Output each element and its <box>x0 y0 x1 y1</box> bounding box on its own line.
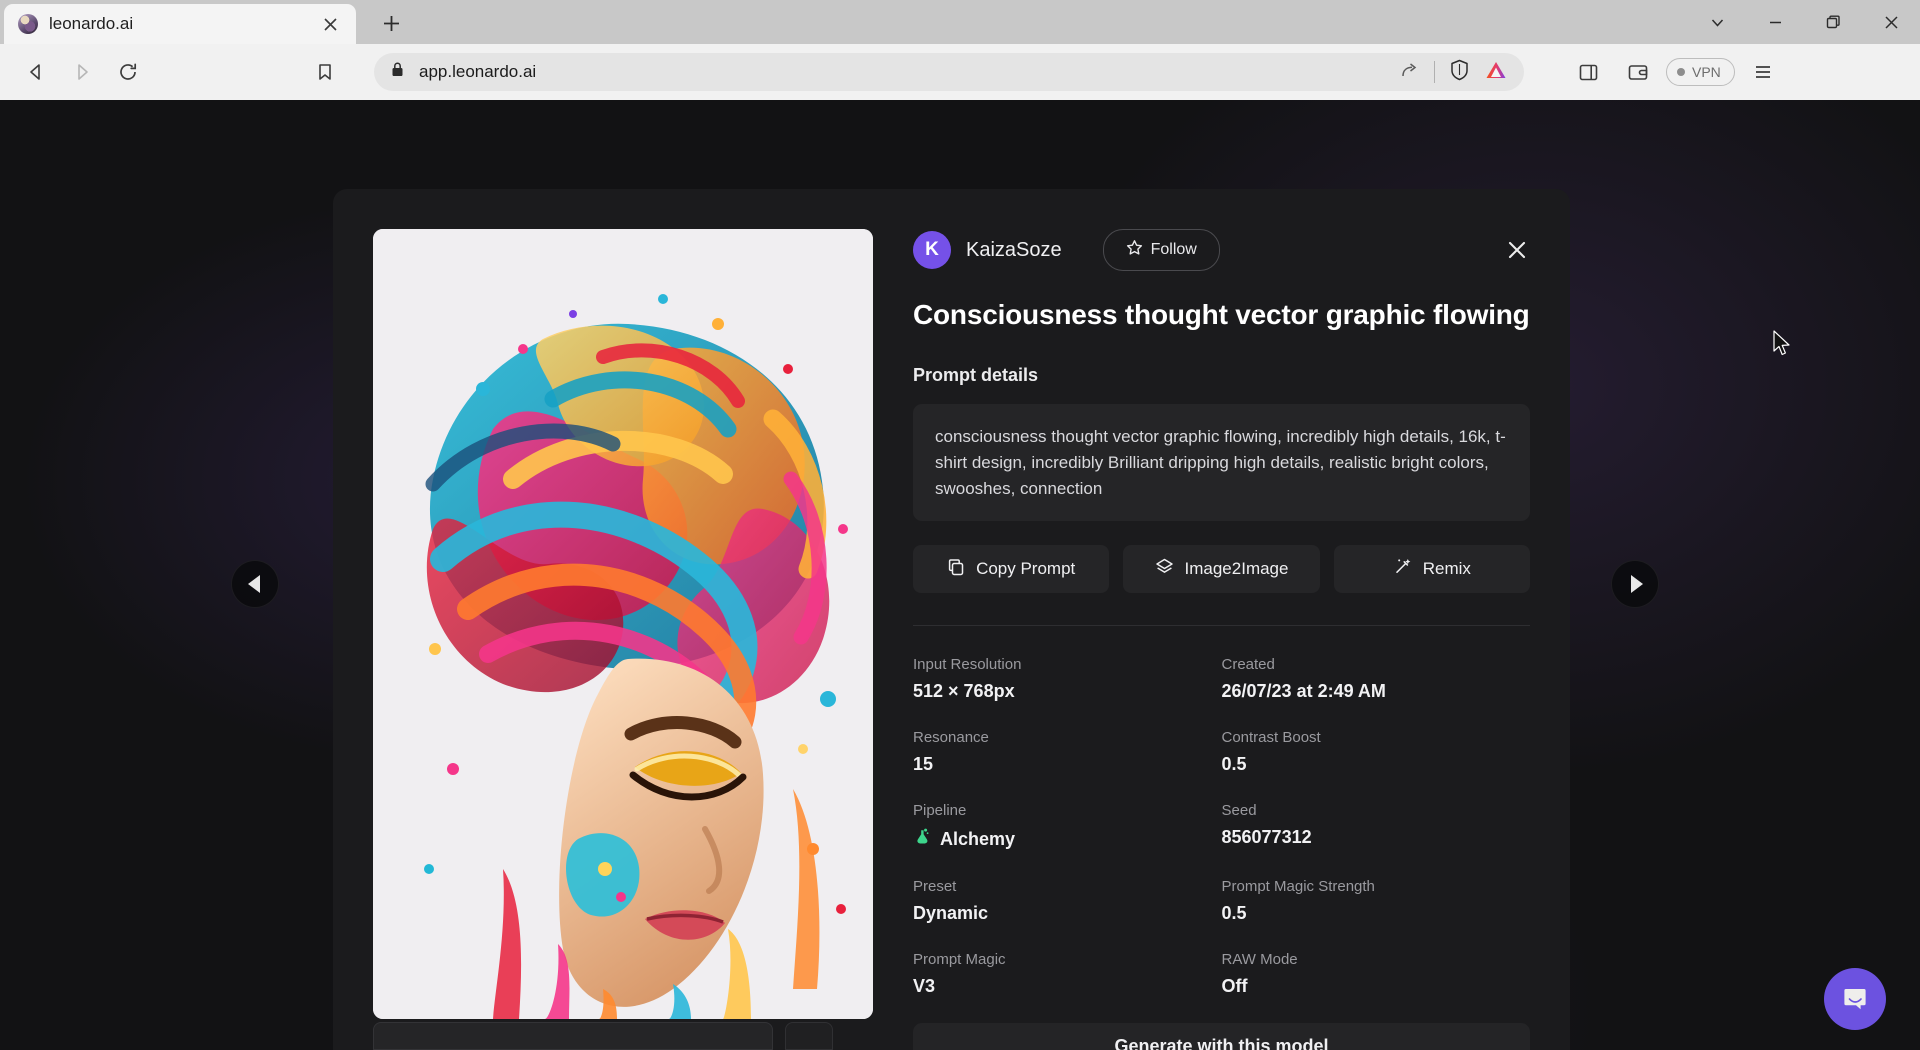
layers-icon <box>1155 557 1174 581</box>
toolbar-divider <box>1434 61 1435 83</box>
url-bar[interactable]: app.leonardo.ai <box>374 53 1524 91</box>
metadata-value-pipeline: Alchemy <box>913 827 1222 851</box>
metadata-item: Resonance 15 <box>913 729 1222 775</box>
close-icon[interactable] <box>1862 0 1920 44</box>
metadata-value: 0.5 <box>1222 754 1531 775</box>
brave-rewards-triangle-icon[interactable] <box>1484 59 1508 86</box>
minimize-icon[interactable] <box>1746 0 1804 44</box>
alchemy-flask-icon <box>913 827 932 851</box>
metadata-label: RAW Mode <box>1222 951 1531 968</box>
metadata-value: Dynamic <box>913 903 1222 924</box>
new-tab-button[interactable] <box>372 4 410 42</box>
share-icon[interactable] <box>1400 60 1420 85</box>
toolbar-right-group: VPN <box>1566 52 1785 92</box>
author-row: K KaizaSoze Follow <box>913 229 1530 271</box>
vpn-toggle[interactable]: VPN <box>1666 58 1735 86</box>
metadata-item: Pipeline Alchemy <box>913 802 1222 851</box>
chat-bubble-icon[interactable] <box>1824 968 1886 1030</box>
metadata-item: Prompt Magic Strength 0.5 <box>1222 878 1531 924</box>
metadata-item: Contrast Boost 0.5 <box>1222 729 1531 775</box>
brave-shield-icon[interactable] <box>1449 59 1470 86</box>
author-name[interactable]: KaizaSoze <box>966 239 1062 262</box>
restore-icon[interactable] <box>1804 0 1862 44</box>
detail-column: K KaizaSoze Follow Consciousness thought… <box>873 229 1530 1050</box>
generate-with-model-button[interactable]: Generate with this model <box>913 1023 1530 1050</box>
metadata-item: Prompt Magic V3 <box>913 951 1222 997</box>
metadata-label: Created <box>1222 656 1531 673</box>
section-divider <box>913 625 1530 626</box>
artwork-image[interactable] <box>373 229 873 1019</box>
copy-prompt-button[interactable]: Copy Prompt <box>913 545 1109 593</box>
browser-window: leonardo.ai <box>0 0 1920 1050</box>
metadata-label: Prompt Magic Strength <box>1222 878 1531 895</box>
bottom-input-partial[interactable] <box>373 1022 773 1050</box>
metadata-value: 0.5 <box>1222 903 1531 924</box>
metadata-label: Preset <box>913 878 1222 895</box>
bookmark-icon[interactable] <box>302 52 348 92</box>
metadata-label: Contrast Boost <box>1222 729 1531 746</box>
page-title: Consciousness thought vector graphic flo… <box>913 299 1530 331</box>
browser-tabstrip: leonardo.ai <box>0 0 1920 44</box>
browser-tab[interactable]: leonardo.ai <box>4 4 356 44</box>
remix-button[interactable]: Remix <box>1334 545 1530 593</box>
metadata-value: 26/07/23 at 2:49 AM <box>1222 681 1531 702</box>
metadata-value: Off <box>1222 976 1531 997</box>
metadata-value: 856077312 <box>1222 827 1531 848</box>
metadata-label: Input Resolution <box>913 656 1222 673</box>
follow-label: Follow <box>1151 241 1197 259</box>
artwork-column <box>373 229 873 1050</box>
chevron-down-icon[interactable] <box>1688 0 1746 44</box>
close-icon[interactable] <box>1500 233 1530 267</box>
metadata-grid: Input Resolution 512 × 768px Created 26/… <box>913 656 1530 997</box>
metadata-item: Seed 856077312 <box>1222 802 1531 851</box>
magic-wand-icon <box>1393 557 1412 581</box>
hamburger-menu-icon[interactable] <box>1741 52 1785 92</box>
lock-icon <box>390 61 405 83</box>
prompt-action-row: Copy Prompt Image2Image <box>913 545 1530 593</box>
follow-button[interactable]: Follow <box>1103 229 1220 271</box>
vpn-label: VPN <box>1692 64 1721 80</box>
leonardo-favicon <box>18 14 38 34</box>
pipeline-value: Alchemy <box>940 829 1015 850</box>
mouse-cursor <box>1772 330 1792 363</box>
metadata-item: RAW Mode Off <box>1222 951 1531 997</box>
back-arrow-icon[interactable] <box>14 52 58 92</box>
browser-toolbar: app.leonardo.ai <box>0 44 1920 100</box>
bottom-toolbar-partial <box>373 1022 833 1050</box>
metadata-label: Seed <box>1222 802 1531 819</box>
avatar[interactable]: K <box>913 231 951 269</box>
metadata-value: V3 <box>913 976 1222 997</box>
metadata-value: 15 <box>913 754 1222 775</box>
metadata-item: Preset Dynamic <box>913 878 1222 924</box>
metadata-item: Created 26/07/23 at 2:49 AM <box>1222 656 1531 702</box>
metadata-label: Resonance <box>913 729 1222 746</box>
chevron-left-icon[interactable] <box>231 560 279 608</box>
reload-icon[interactable] <box>106 52 150 92</box>
forward-arrow-icon[interactable] <box>60 52 104 92</box>
metadata-item: Input Resolution 512 × 768px <box>913 656 1222 702</box>
url-text: app.leonardo.ai <box>419 62 1386 82</box>
prompt-details-label: Prompt details <box>913 365 1530 386</box>
metadata-value: 512 × 768px <box>913 681 1222 702</box>
close-icon[interactable] <box>318 12 342 36</box>
metadata-label: Pipeline <box>913 802 1222 819</box>
vpn-status-dot <box>1677 68 1685 76</box>
star-icon <box>1126 239 1143 261</box>
metadata-label: Prompt Magic <box>913 951 1222 968</box>
window-controls <box>1688 0 1920 44</box>
bottom-square-button-partial[interactable] <box>785 1022 833 1050</box>
sidebar-panel-icon[interactable] <box>1566 52 1610 92</box>
remix-label: Remix <box>1423 559 1471 579</box>
chevron-right-icon[interactable] <box>1611 560 1659 608</box>
tab-title: leonardo.ai <box>49 14 307 34</box>
copy-icon <box>947 558 965 581</box>
page-content: K KaizaSoze Follow Consciousness thought… <box>0 100 1920 1050</box>
copy-prompt-label: Copy Prompt <box>976 559 1075 579</box>
image2image-button[interactable]: Image2Image <box>1123 545 1319 593</box>
image2image-label: Image2Image <box>1185 559 1289 579</box>
image-detail-modal: K KaizaSoze Follow Consciousness thought… <box>333 189 1570 1050</box>
wallet-icon[interactable] <box>1616 52 1660 92</box>
prompt-text[interactable]: consciousness thought vector graphic flo… <box>913 404 1530 521</box>
